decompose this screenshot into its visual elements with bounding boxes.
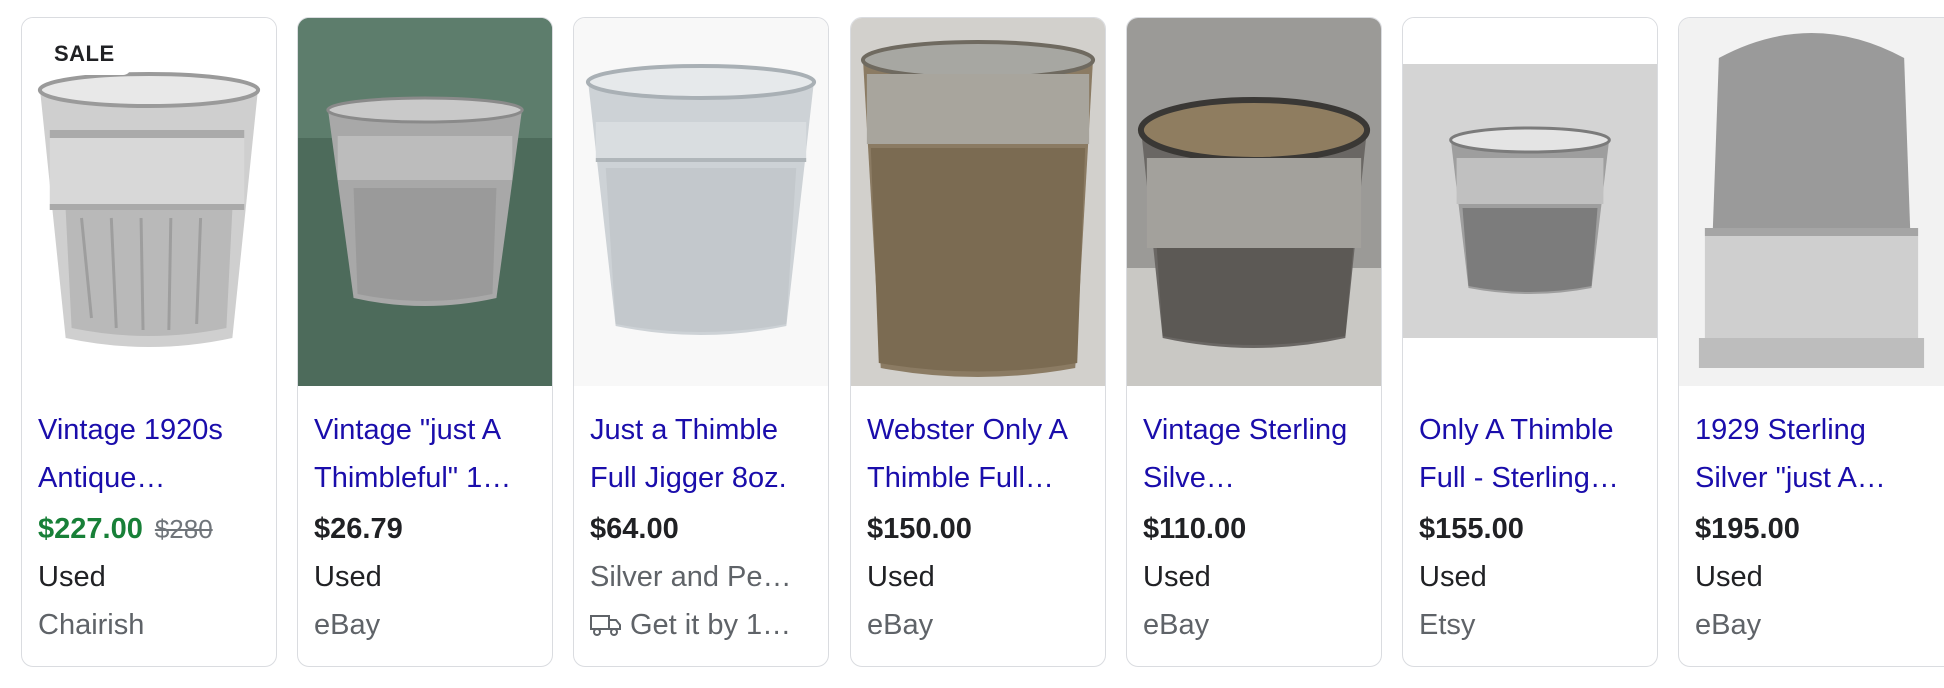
price-row: $150.00	[867, 505, 1089, 553]
condition: Used	[1695, 561, 1763, 593]
price: $64.00	[590, 513, 679, 545]
condition: Used	[314, 561, 382, 593]
material: Silver and Pe…	[590, 561, 792, 593]
original-price: $280	[154, 514, 213, 544]
product-title[interactable]: Vintage Sterling Silve…	[1143, 406, 1365, 502]
product-card[interactable]: Vintage "just A Thimbleful" 1… $26.79 Us…	[297, 17, 553, 667]
condition: Used	[867, 561, 935, 593]
price: $155.00	[1419, 513, 1524, 545]
sale-badge: SALE	[38, 32, 131, 75]
product-image[interactable]	[574, 18, 828, 386]
product-title[interactable]: Just a Thimble Full Jigger 8oz.	[590, 406, 812, 502]
price: $150.00	[867, 513, 972, 545]
store-name: Chairish	[38, 609, 145, 641]
price: $26.79	[314, 513, 403, 545]
condition: Used	[1143, 561, 1211, 593]
shipping-text: Get it by 1…	[630, 609, 792, 641]
product-card[interactable]: Only A Thimble Full - Sterling… $155.00 …	[1402, 17, 1658, 667]
price: $110.00	[1143, 513, 1247, 545]
product-image[interactable]	[851, 18, 1105, 386]
store-name: eBay	[1143, 609, 1210, 641]
product-image[interactable]	[1403, 18, 1657, 386]
product-title[interactable]: Webster Only A Thimble Full…	[867, 406, 1089, 502]
product-title[interactable]: Only A Thimble Full - Sterling…	[1419, 406, 1641, 502]
product-image[interactable]	[1127, 18, 1381, 386]
shipping-info: Get it by 1…	[590, 601, 812, 649]
store-name: eBay	[314, 609, 381, 641]
price-row: $155.00	[1419, 505, 1641, 553]
price-row: $110.00	[1143, 505, 1365, 553]
product-card[interactable]: Webster Only A Thimble Full… $150.00 Use…	[850, 17, 1106, 667]
truck-icon	[590, 615, 621, 636]
sale-price: $227.00	[38, 513, 143, 545]
store-name: eBay	[867, 609, 934, 641]
condition: Used	[38, 561, 106, 593]
price: $195.00	[1695, 513, 1800, 545]
product-card[interactable]: Vintage Sterling Silve… $110.00 Used eBa…	[1126, 17, 1382, 667]
product-image[interactable]	[298, 18, 552, 386]
price-row: $26.79	[314, 505, 536, 553]
product-card[interactable]: Just a Thimble Full Jigger 8oz. $64.00 S…	[573, 17, 829, 667]
product-title[interactable]: Vintage 1920s Antique…	[38, 406, 260, 502]
product-title[interactable]: Vintage "just A Thimbleful" 1…	[314, 406, 536, 502]
store-name: Etsy	[1419, 609, 1476, 641]
store-name: eBay	[1695, 609, 1762, 641]
product-image[interactable]	[1679, 18, 1944, 386]
price-row: $64.00	[590, 505, 812, 553]
price-row: $195.00	[1695, 505, 1928, 553]
condition: Used	[1419, 561, 1487, 593]
product-card[interactable]: 1929 Sterling Silver "just A… $195.00 Us…	[1678, 17, 1944, 667]
product-image[interactable]: SALE	[22, 18, 276, 386]
shopping-results-strip: SALE Vintage 1920s Antique… $227.00 $280 …	[0, 0, 1944, 688]
price-row: $227.00 $280	[38, 505, 260, 553]
product-card[interactable]: SALE Vintage 1920s Antique… $227.00 $280 …	[21, 17, 277, 667]
product-title[interactable]: 1929 Sterling Silver "just A…	[1695, 406, 1928, 502]
